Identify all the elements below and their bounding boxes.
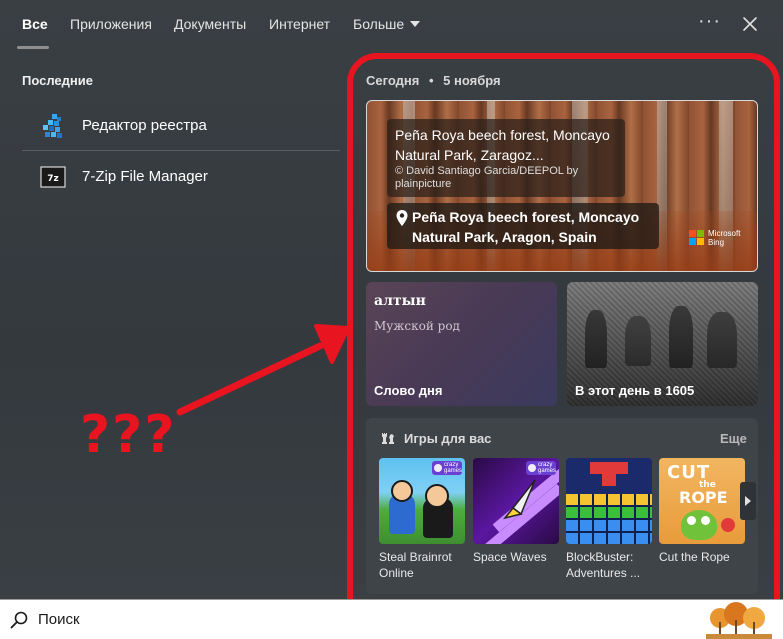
date-separator: • bbox=[428, 73, 434, 88]
games-panel: Игры для вас Еще crazy games Steal Brain… bbox=[366, 418, 758, 594]
game-thumbnail: crazy games bbox=[379, 458, 465, 544]
games-more-link[interactable]: Еще bbox=[720, 431, 747, 446]
search-bar[interactable]: Поиск bbox=[0, 599, 783, 639]
rocket-icon bbox=[503, 479, 536, 520]
close-icon[interactable] bbox=[736, 10, 764, 38]
word-of-day-gender: Мужской род bbox=[374, 319, 460, 333]
search-highlight-autumn-icon bbox=[706, 600, 772, 639]
more-horizontal-icon[interactable]: ··· bbox=[698, 10, 721, 33]
hero-location: Peña Roya beech forest, Moncayo Natural … bbox=[412, 209, 640, 245]
recent-item-label: Редактор реестра bbox=[82, 117, 207, 134]
tab-more[interactable]: Больше bbox=[353, 16, 421, 32]
annotation-question-marks: ??? bbox=[80, 405, 177, 465]
game-name: Space Waves bbox=[473, 550, 547, 564]
location-pin-icon bbox=[396, 210, 408, 226]
registry-editor-icon bbox=[43, 114, 62, 138]
hero-location-box[interactable]: Peña Roya beech forest, Moncayo Natural … bbox=[387, 203, 659, 249]
7zip-icon: 7z bbox=[40, 166, 66, 188]
recent-section-title: Последние bbox=[22, 73, 93, 88]
active-tab-indicator bbox=[17, 46, 49, 49]
chevron-down-icon bbox=[410, 21, 421, 27]
crazy-games-badge: crazy games bbox=[432, 461, 462, 475]
search-input[interactable]: Поиск bbox=[38, 611, 80, 628]
top-bar: Все Приложения Документы Интернет Больше… bbox=[0, 0, 783, 50]
tab-web[interactable]: Интернет bbox=[269, 16, 330, 32]
svg-text:7z: 7z bbox=[47, 174, 59, 184]
games-next-button[interactable] bbox=[740, 482, 756, 520]
hero-credit: © David Santiago Garcia/DEEPOL by plainp… bbox=[395, 165, 579, 190]
game-tile-blockbuster[interactable]: BlockBuster: Adventures ... bbox=[566, 458, 652, 581]
tab-documents[interactable]: Документы bbox=[174, 16, 246, 32]
recent-item-registry-editor[interactable]: Редактор реестра bbox=[22, 101, 340, 151]
games-title: Игры для вас bbox=[404, 431, 492, 446]
bing-text-line1: Microsoft bbox=[708, 229, 741, 238]
game-tile-space-waves[interactable]: crazy games Space Waves bbox=[473, 458, 559, 565]
game-thumbnail: CUT the ROPE bbox=[659, 458, 745, 544]
today-label: Сегодня bbox=[366, 73, 420, 88]
bing-text: Microsoft Bing bbox=[708, 229, 740, 247]
game-name: Cut the Rope bbox=[659, 550, 730, 564]
game-name: Steal Brainrot Online bbox=[379, 550, 452, 580]
annotation-arrow-icon bbox=[176, 324, 350, 416]
game-name: BlockBuster: Adventures ... bbox=[566, 550, 641, 580]
search-icon bbox=[10, 611, 28, 629]
microsoft-logo-icon bbox=[689, 230, 704, 245]
tab-apps[interactable]: Приложения bbox=[70, 16, 152, 32]
recent-item-7zip[interactable]: 7z 7-Zip File Manager bbox=[22, 152, 340, 202]
tab-more-label: Больше bbox=[353, 16, 405, 32]
crazy-games-badge-text: crazy games bbox=[444, 462, 463, 474]
microsoft-bing-badge: Microsoft Bing bbox=[689, 228, 749, 248]
hero-caption-box: Peña Roya beech forest, Moncayo Natural … bbox=[387, 119, 625, 197]
game-thumbnail bbox=[566, 458, 652, 544]
word-of-day-card[interactable]: алтын Мужской род Слово дня bbox=[366, 282, 557, 406]
bing-wallpaper-card[interactable]: Peña Roya beech forest, Moncayo Natural … bbox=[366, 100, 758, 272]
bing-text-line2: Bing bbox=[708, 238, 725, 247]
hero-title: Peña Roya beech forest, Moncayo Natural … bbox=[395, 127, 610, 163]
today-date: 5 ноября bbox=[443, 73, 501, 88]
divider bbox=[22, 150, 340, 151]
on-this-day-card[interactable]: В этот день в 1605 bbox=[567, 282, 758, 406]
today-date-line: Сегодня • 5 ноября bbox=[366, 73, 501, 88]
chess-pieces-icon bbox=[382, 433, 394, 444]
game-tile-steal-brainrot[interactable]: crazy games Steal Brainrot Online bbox=[379, 458, 465, 581]
tab-all[interactable]: Все bbox=[22, 16, 48, 32]
game-tile-cut-the-rope[interactable]: CUT the ROPE Cut the Rope bbox=[659, 458, 745, 565]
word-of-day-word: алтын bbox=[374, 293, 426, 309]
recent-item-label: 7-Zip File Manager bbox=[82, 168, 208, 185]
crazy-games-badge: crazy games bbox=[526, 461, 556, 475]
game-thumbnail: crazy games bbox=[473, 458, 559, 544]
word-of-day-label: Слово дня bbox=[374, 383, 443, 398]
on-this-day-label: В этот день в 1605 bbox=[575, 383, 695, 398]
crazy-games-badge-text: crazy games bbox=[538, 462, 557, 474]
